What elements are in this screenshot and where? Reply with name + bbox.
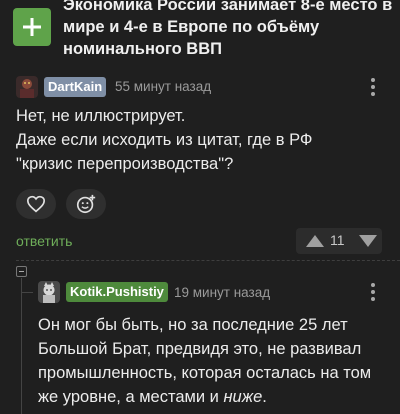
more-vertical-icon[interactable] [370,281,376,303]
comment-time: 19 минут назад [174,285,271,300]
avatar[interactable] [16,76,38,98]
vote-box: 11 [296,228,382,254]
comment: Kotik.Pushistiy 19 минут назад Он мог бы… [0,281,400,414]
comment-line: "кризис перепроизводства"? [16,155,234,173]
comment: DartKain 55 минут назад Нет, не иллюстри… [0,76,400,256]
post-title[interactable]: Экономика России занимает 8-е место в ми… [63,0,393,60]
comment-line: промышленность, которая осталась на том [38,364,372,382]
comment-text-segment: . [262,388,267,406]
emoji-reaction-button[interactable] [66,189,106,219]
like-button[interactable] [16,189,56,219]
comment-italic-word: ниже [223,388,263,406]
comment-line: Нет, не иллюстрирует. [16,107,186,125]
arrow-up-icon[interactable] [306,235,324,247]
username[interactable]: DartKain [44,77,107,97]
username[interactable]: Kotik.Pushistiy [66,282,168,302]
comment-line: Большой Брат, предвидя это, не развивал [38,340,362,358]
post-header: Экономика России занимает 8-е место в ми… [0,0,400,64]
comment-text: Нет, не иллюстрирует. Даже если исходить… [16,104,386,176]
thread-divider [16,260,400,262]
comment-text: Он мог бы быть, но за последние 25 лет Б… [38,313,393,409]
more-vertical-icon[interactable] [370,76,376,98]
comment-author-row: DartKain 55 минут назад [0,76,400,104]
rating-count: 11 [330,232,345,248]
smiley-plus-icon [76,194,96,214]
comment-line: же уровне, а местами и ниже. [38,385,393,409]
reply-link[interactable]: ответить [16,233,72,249]
plus-icon[interactable] [13,8,51,46]
heart-icon [26,195,46,213]
collapse-thread-icon[interactable] [16,266,27,277]
avatar[interactable] [38,281,60,303]
comment-line: Он мог бы быть, но за последние 25 лет [38,316,348,334]
comment-line: Даже если исходить из цитат, где в РФ [16,131,313,149]
comment-time: 55 минут назад [115,79,212,94]
comment-text-segment: же уровне, а местами и [38,388,224,406]
comment-author-row: Kotik.Pushistiy 19 минут назад [0,281,400,309]
arrow-down-icon[interactable] [359,235,377,247]
